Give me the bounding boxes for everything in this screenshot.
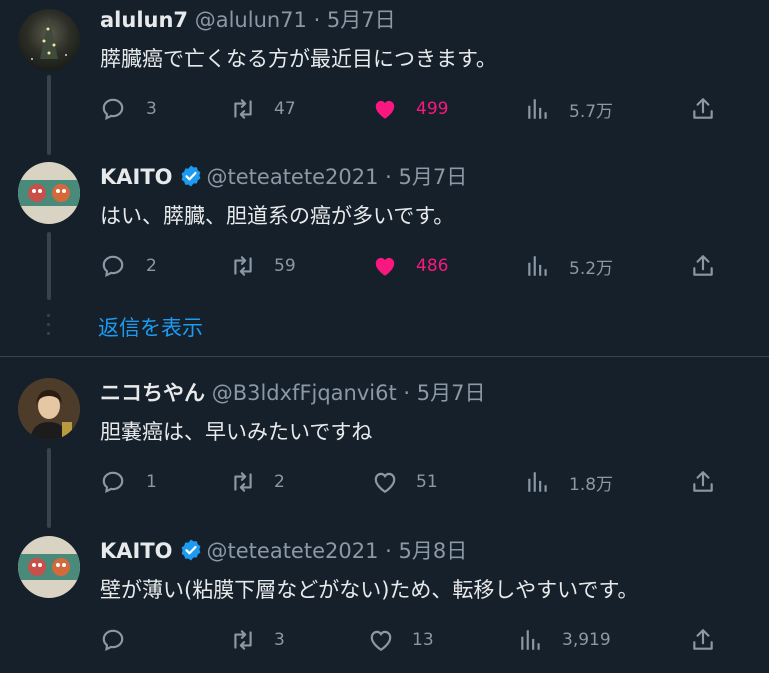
thread-line — [47, 75, 51, 155]
thread-dots — [47, 314, 51, 341]
reply-icon — [102, 255, 124, 278]
heart-filled-icon — [375, 100, 395, 119]
share-icon — [693, 629, 713, 650]
avatar[interactable] — [18, 162, 80, 224]
reply-count: 3 — [146, 99, 157, 119]
display-name[interactable]: ニコちやん — [100, 381, 205, 405]
tweet-1[interactable]: alulun7 @alulun71 · 5月7日 膵臓癌で亡くなる方が最近目につ… — [0, 5, 769, 155]
views-button[interactable]: 5.2万 — [525, 251, 613, 281]
share-button[interactable] — [690, 251, 716, 281]
views-button[interactable]: 5.7万 — [525, 94, 613, 124]
analytics-icon — [528, 256, 547, 276]
avatar[interactable] — [18, 536, 80, 598]
share-icon — [693, 98, 713, 119]
handle-date[interactable]: @alulun71 · 5月7日 — [195, 8, 396, 32]
like-count: 51 — [416, 472, 438, 492]
share-icon — [693, 255, 713, 276]
tweet-header: KAITO @teteatete2021 · 5月8日 — [100, 536, 467, 566]
tweet-text: 膵臓癌で亡くなる方が最近目につきます。 — [100, 47, 497, 71]
like-button[interactable]: 13 — [368, 625, 434, 655]
retweet-icon — [234, 256, 252, 276]
thread-line — [47, 448, 51, 528]
retweet-button[interactable]: 3 — [230, 625, 285, 655]
reply-count: 1 — [146, 472, 157, 492]
analytics-icon — [528, 472, 547, 492]
like-count: 499 — [416, 99, 449, 119]
retweet-icon — [234, 99, 252, 119]
analytics-icon — [528, 99, 547, 119]
views-button[interactable]: 3,919 — [518, 625, 611, 655]
heart-filled-icon — [375, 257, 395, 276]
reply-button[interactable]: 1 — [100, 467, 157, 497]
retweet-button[interactable]: 2 — [230, 467, 285, 497]
analytics-icon — [521, 630, 540, 650]
thread-line — [47, 232, 51, 300]
retweet-button[interactable]: 47 — [230, 94, 296, 124]
like-button[interactable]: 499 — [372, 94, 448, 124]
reply-icon — [102, 98, 124, 121]
tweet-2[interactable]: KAITO @teteatete2021 · 5月7日 はい、膵臓、胆道系の癌が多… — [0, 162, 769, 312]
tweet-header: ニコちやん @B3ldxfFjqanvi6t · 5月7日 — [100, 378, 485, 408]
like-count: 13 — [412, 630, 434, 650]
reply-count: 2 — [146, 256, 157, 276]
like-count: 486 — [416, 256, 449, 276]
display-name[interactable]: KAITO — [100, 165, 173, 189]
retweet-count: 2 — [274, 472, 285, 492]
share-button[interactable] — [690, 467, 716, 497]
views-button[interactable]: 1.8万 — [525, 467, 613, 497]
heart-icon — [374, 472, 396, 494]
view-count: 1.8万 — [569, 474, 614, 495]
share-button[interactable] — [690, 94, 716, 124]
retweet-icon — [234, 472, 252, 492]
show-replies-link[interactable]: 返信を表示 — [98, 312, 203, 342]
tweet-4[interactable]: KAITO @teteatete2021 · 5月8日 壁が薄い(粘膜下層などがな… — [0, 536, 769, 673]
tweet-header: KAITO @teteatete2021 · 5月7日 — [100, 162, 467, 192]
share-icon — [693, 471, 713, 492]
retweet-count: 3 — [274, 630, 285, 650]
reply-button[interactable]: 3 — [100, 94, 157, 124]
tweet-actions: 3 13 3,919 — [100, 625, 740, 655]
avatar[interactable] — [18, 378, 80, 440]
avatar[interactable] — [18, 9, 80, 71]
view-count: 5.2万 — [569, 258, 614, 279]
reply-icon — [102, 471, 124, 494]
view-count: 3,919 — [562, 630, 611, 650]
verified-badge-icon — [181, 539, 200, 561]
heart-icon — [370, 630, 392, 652]
tweet-3[interactable]: ニコちやん @B3ldxfFjqanvi6t · 5月7日 胆嚢癌は、早いみたい… — [0, 378, 769, 528]
view-count: 5.7万 — [569, 101, 614, 122]
handle-date[interactable]: @B3ldxfFjqanvi6t · 5月7日 — [212, 381, 486, 405]
verified-badge-icon — [181, 165, 200, 187]
handle-date[interactable]: @teteatete2021 · 5月8日 — [207, 539, 468, 563]
reply-button[interactable] — [100, 625, 146, 655]
like-button[interactable]: 51 — [372, 467, 438, 497]
display-name[interactable]: KAITO — [100, 539, 173, 563]
handle-date[interactable]: @teteatete2021 · 5月7日 — [207, 165, 468, 189]
reply-icon — [102, 629, 124, 652]
share-button[interactable] — [690, 625, 716, 655]
tweet-text: はい、膵臓、胆道系の癌が多いです。 — [100, 204, 455, 228]
tweet-actions: 1 2 51 1.8万 — [100, 467, 740, 497]
like-button[interactable]: 486 — [372, 251, 448, 281]
tweet-actions: 2 59 486 5.2万 — [100, 251, 740, 281]
retweet-count: 59 — [274, 256, 296, 276]
display-name[interactable]: alulun7 — [100, 8, 188, 32]
tweet-header: alulun7 @alulun71 · 5月7日 — [100, 5, 396, 35]
divider — [0, 356, 769, 357]
retweet-icon — [234, 630, 252, 650]
retweet-button[interactable]: 59 — [230, 251, 296, 281]
tweet-actions: 3 47 499 5.7万 — [100, 94, 740, 124]
tweet-text: 壁が薄い(粘膜下層などがない)ため、転移しやすいです。 — [100, 578, 639, 602]
retweet-count: 47 — [274, 99, 296, 119]
tweet-text: 胆嚢癌は、早いみたいですね — [100, 420, 373, 444]
reply-button[interactable]: 2 — [100, 251, 157, 281]
